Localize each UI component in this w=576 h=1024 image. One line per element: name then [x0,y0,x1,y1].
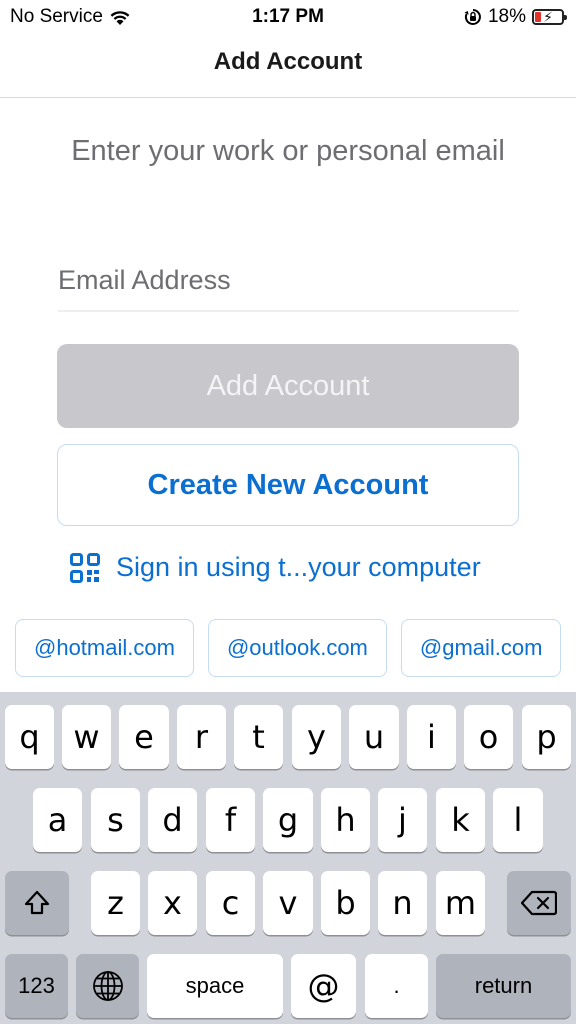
keyboard: q w e r t y u i o p a s d f g h j k l z … [0,692,576,1024]
key-z[interactable]: z [91,871,140,935]
battery-percent: 18% [487,6,526,27]
globe-icon [92,971,123,1001]
key-x[interactable]: x [148,871,197,935]
globe-key[interactable] [76,954,139,1018]
backspace-key[interactable] [507,871,571,935]
space-key[interactable]: space [147,954,283,1018]
return-key[interactable]: return [436,954,571,1018]
key-w[interactable]: w [62,705,111,769]
status-bar: No Service 1:17 PM 18% ⚡ [0,0,576,34]
key-v[interactable]: v [263,871,313,935]
key-e[interactable]: e [119,705,169,769]
key-i[interactable]: i [407,705,456,769]
page-title: Add Account [213,48,363,75]
key-o[interactable]: o [464,705,513,769]
key-q[interactable]: q [5,705,54,769]
key-p[interactable]: p [522,705,571,769]
key-d[interactable]: d [148,788,197,852]
qr-signin-link[interactable]: Sign in using t...your computer [70,552,481,583]
orientation-lock-icon [464,9,481,25]
key-s[interactable]: s [91,788,140,852]
numbers-key[interactable]: 123 [5,954,68,1018]
status-right: 18% ⚡ [464,6,567,28]
key-j[interactable]: j [378,788,427,852]
add-account-button[interactable]: Add Account [57,344,519,428]
qr-code-icon [70,552,100,583]
key-b[interactable]: b [321,871,370,935]
create-new-account-button[interactable]: Create New Account [57,444,519,526]
domain-chip-gmail[interactable]: @gmail.com [400,619,562,677]
key-g[interactable]: g [263,788,313,852]
battery-icon: ⚡ [532,9,567,25]
key-u[interactable]: u [349,705,399,769]
key-h[interactable]: h [321,788,370,852]
domain-chip-outlook[interactable]: @outlook.com [207,619,387,677]
key-t[interactable]: t [234,705,283,769]
key-n[interactable]: n [378,871,427,935]
key-y[interactable]: y [292,705,341,769]
dot-key[interactable]: . [365,954,428,1018]
shift-icon [24,890,50,915]
key-l[interactable]: l [493,788,543,852]
email-prompt: Enter your work or personal email [71,135,505,167]
key-m[interactable]: m [436,871,485,935]
domain-chip-hotmail[interactable]: @hotmail.com [15,619,194,677]
at-key[interactable]: @ [291,954,356,1018]
key-k[interactable]: k [436,788,485,852]
domain-suggestions: @hotmail.com @outlook.com @gmail.com [15,619,562,677]
key-c[interactable]: c [206,871,255,935]
key-r[interactable]: r [177,705,226,769]
qr-signin-label: Sign in using t...your computer [116,552,481,582]
backspace-icon [520,890,558,916]
navigation-bar: Add Account [0,34,576,98]
key-f[interactable]: f [206,788,255,852]
shift-key[interactable] [5,871,69,935]
key-a[interactable]: a [33,788,82,852]
email-field[interactable] [58,250,519,312]
